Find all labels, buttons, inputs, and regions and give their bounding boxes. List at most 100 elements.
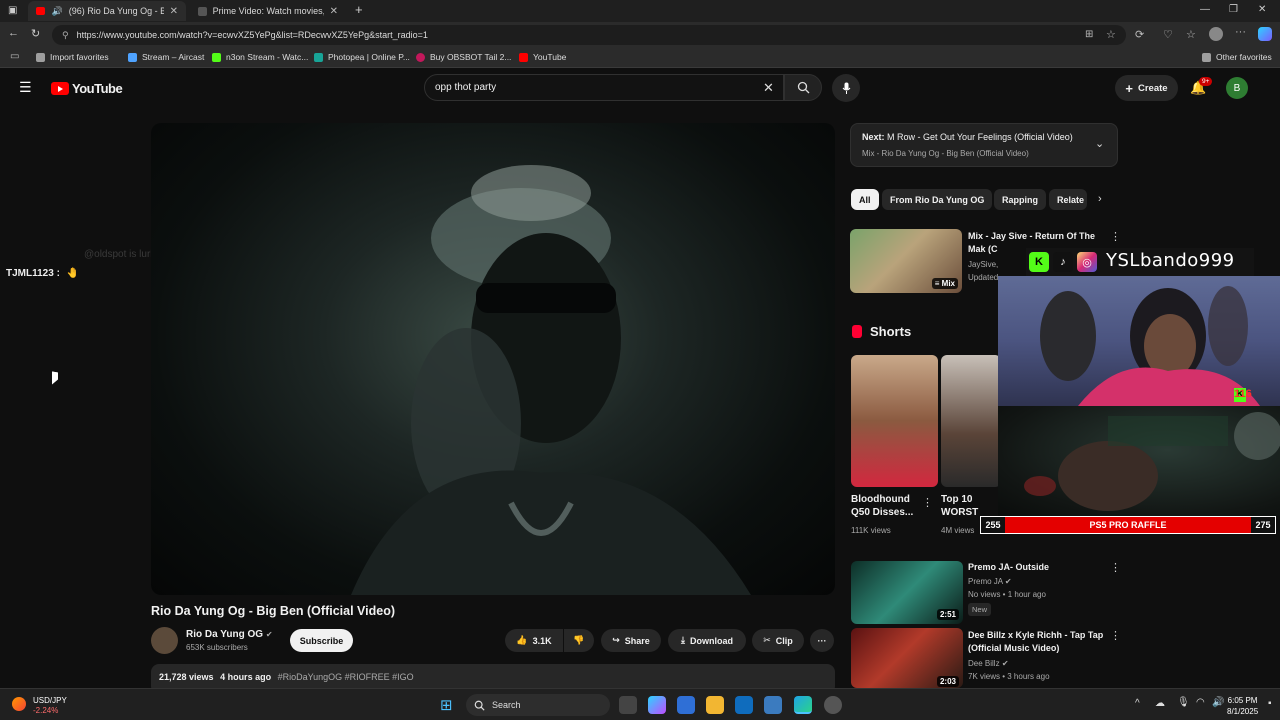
more-vertical-icon[interactable]: ⋮ bbox=[1110, 561, 1121, 574]
subscriber-count: 653K subscribers bbox=[186, 643, 248, 652]
share-button[interactable]: ↪ Share bbox=[601, 629, 661, 652]
chip-all[interactable]: All bbox=[851, 189, 879, 210]
short-title[interactable]: Bloodhound Q50 Disses... bbox=[851, 493, 913, 519]
close-window-icon[interactable]: ✕ bbox=[1258, 4, 1266, 15]
up-next-panel[interactable]: Next: M Row - Get Out Your Feelings (Off… bbox=[850, 123, 1118, 167]
wifi-icon[interactable]: ◠ bbox=[1196, 697, 1205, 708]
clear-search-icon[interactable]: ✕ bbox=[763, 80, 774, 96]
video-thumbnail[interactable]: 2:03 bbox=[851, 628, 963, 688]
microphone-tray-icon[interactable]: 🎙 bbox=[1177, 697, 1190, 708]
mix-thumbnail[interactable]: ≡ Mix bbox=[850, 229, 962, 293]
view-count: 21,728 views bbox=[159, 672, 214, 682]
tab-search-icon[interactable]: ▭ bbox=[10, 51, 19, 62]
channel-link[interactable]: Dee Billz ✔ bbox=[968, 657, 1009, 670]
edge-icon[interactable] bbox=[794, 696, 812, 714]
video-player[interactable] bbox=[151, 123, 835, 595]
channel-name[interactable]: Rio Da Yung OG ✔ bbox=[186, 629, 273, 640]
dislike-button[interactable]: 👎 bbox=[564, 629, 594, 652]
store-icon[interactable] bbox=[677, 696, 695, 714]
bookmark-other-favorites[interactable]: Other favorites bbox=[1202, 52, 1272, 62]
taskbar-search[interactable]: Search bbox=[466, 694, 610, 716]
tab-actions-icon[interactable]: ▣ bbox=[8, 5, 17, 16]
tab-youtube[interactable]: 🔊 (96) Rio Da Yung Og - Big Be ✕ bbox=[28, 1, 186, 21]
search-button[interactable] bbox=[784, 74, 822, 101]
more-actions-button[interactable]: ··· bbox=[810, 629, 834, 652]
channel-link[interactable]: Premo JA ✔ bbox=[968, 575, 1012, 588]
windows-start-icon[interactable]: ⊞ bbox=[440, 696, 453, 714]
chrome-icon[interactable] bbox=[824, 696, 842, 714]
chevron-right-icon[interactable]: › bbox=[1098, 193, 1102, 205]
chevron-down-icon[interactable]: ⌄ bbox=[1095, 137, 1104, 150]
minimize-icon[interactable]: — bbox=[1200, 4, 1210, 15]
bookmark-n3on[interactable]: n3on Stream - Watc... bbox=[212, 52, 308, 62]
new-tab-icon[interactable]: + bbox=[355, 2, 363, 17]
notification-center-icon[interactable]: ▪ bbox=[1268, 698, 1272, 709]
bookmark-import[interactable]: Import favorites bbox=[36, 52, 109, 62]
duration-badge: 2:51 bbox=[936, 609, 959, 620]
maximize-icon[interactable]: ❐ bbox=[1229, 4, 1238, 15]
weather-widget-icon[interactable] bbox=[12, 697, 26, 711]
chip-related[interactable]: Relate bbox=[1049, 189, 1087, 210]
bookmark-aircast[interactable]: Stream – Aircast bbox=[128, 52, 204, 62]
hashtags[interactable]: #RioDaYungOG #RIOFREE #IGO bbox=[278, 672, 414, 682]
more-options-icon[interactable]: ··· bbox=[1235, 26, 1246, 38]
video-title-link[interactable]: Dee Billz x Kyle Richh - Tap Tap (Offici… bbox=[968, 629, 1103, 655]
browser-essentials-icon[interactable]: ♡ bbox=[1163, 28, 1173, 41]
chip-rapping[interactable]: Rapping bbox=[994, 189, 1046, 210]
bookmark-photopea[interactable]: Photopea | Online P... bbox=[314, 52, 410, 62]
hamburger-menu-icon[interactable]: ☰ bbox=[19, 79, 32, 96]
onedrive-icon[interactable]: ☁ bbox=[1155, 698, 1165, 709]
youtube-logo[interactable]: YouTube bbox=[51, 81, 123, 96]
url-field[interactable]: ⚲ https://www.youtube.com/watch?v=ecwvXZ… bbox=[52, 25, 1126, 45]
upload-age: 4 hours ago bbox=[220, 672, 272, 682]
refresh-icon[interactable]: ↻ bbox=[31, 27, 40, 40]
volume-icon[interactable]: 🔊 bbox=[1212, 697, 1224, 708]
tiktok-icon: ♪ bbox=[1053, 252, 1073, 272]
app-available-icon[interactable]: ⊞ bbox=[1085, 29, 1093, 40]
thumbs-down-icon: 👎 bbox=[573, 635, 585, 645]
file-explorer-icon[interactable] bbox=[706, 696, 724, 714]
photos-icon[interactable] bbox=[764, 696, 782, 714]
like-button[interactable]: 👍 3.1K bbox=[505, 629, 563, 652]
subscribe-button[interactable]: Subscribe bbox=[290, 629, 353, 652]
profile-icon[interactable] bbox=[1209, 27, 1223, 41]
more-vertical-icon[interactable]: ⋮ bbox=[922, 496, 933, 509]
close-tab-icon[interactable]: ✕ bbox=[330, 6, 338, 17]
copilot-icon[interactable] bbox=[1258, 27, 1272, 41]
bookmark-obsbot[interactable]: Buy OBSBOT Tail 2... bbox=[416, 52, 511, 62]
account-avatar[interactable]: B bbox=[1226, 77, 1248, 99]
favorite-star-icon[interactable]: ☆ bbox=[1106, 28, 1116, 41]
task-view-icon[interactable] bbox=[619, 696, 637, 714]
more-vertical-icon[interactable]: ⋮ bbox=[1110, 629, 1121, 642]
folder-icon bbox=[36, 52, 45, 62]
speaker-icon[interactable]: 🔊 bbox=[51, 6, 62, 17]
copilot-taskbar-icon[interactable] bbox=[648, 696, 666, 714]
taskbar-clock[interactable]: 6:05 PM 8/1/2025 bbox=[1227, 695, 1258, 717]
photopea-icon bbox=[314, 52, 323, 62]
tab-prime-video[interactable]: Prime Video: Watch movies, TV sh ✕ bbox=[190, 1, 346, 21]
site-info-icon[interactable]: ⚲ bbox=[62, 30, 69, 41]
hidden-icons-chevron-icon[interactable]: ^ bbox=[1135, 698, 1140, 709]
download-button[interactable]: ⤓ Download bbox=[668, 629, 746, 652]
more-vertical-icon[interactable]: ⋮ bbox=[1110, 230, 1121, 243]
favorites-icon[interactable]: ☆ bbox=[1186, 28, 1196, 41]
clip-button[interactable]: ✂ Clip bbox=[752, 629, 804, 652]
short-thumbnail[interactable] bbox=[941, 355, 1001, 487]
video-thumbnail[interactable]: 2:51 bbox=[851, 561, 963, 624]
create-button[interactable]: + Create bbox=[1115, 75, 1178, 101]
outlook-icon[interactable] bbox=[735, 696, 753, 714]
close-tab-icon[interactable]: ✕ bbox=[170, 6, 178, 17]
voice-search-button[interactable] bbox=[832, 74, 860, 102]
search-input[interactable]: opp thot party ✕ bbox=[424, 74, 784, 101]
short-title[interactable]: Top 10 WORST Ra bbox=[941, 493, 981, 519]
back-icon[interactable]: ← bbox=[8, 27, 19, 39]
chip-from-channel[interactable]: From Rio Da Yung OG bbox=[882, 189, 993, 210]
stock-widget[interactable]: USD/JPY -2.24% bbox=[33, 696, 67, 716]
bookmark-youtube[interactable]: YouTube bbox=[519, 52, 566, 62]
extensions-icon[interactable]: ⟳ bbox=[1135, 28, 1144, 41]
short-thumbnail[interactable] bbox=[851, 355, 938, 487]
video-title-link[interactable]: Premo JA- Outside bbox=[968, 561, 1049, 574]
channel-avatar[interactable] bbox=[151, 627, 178, 654]
short-views: 111K views bbox=[851, 526, 891, 535]
tab-label: Prime Video: Watch movies, TV sh bbox=[212, 6, 324, 16]
